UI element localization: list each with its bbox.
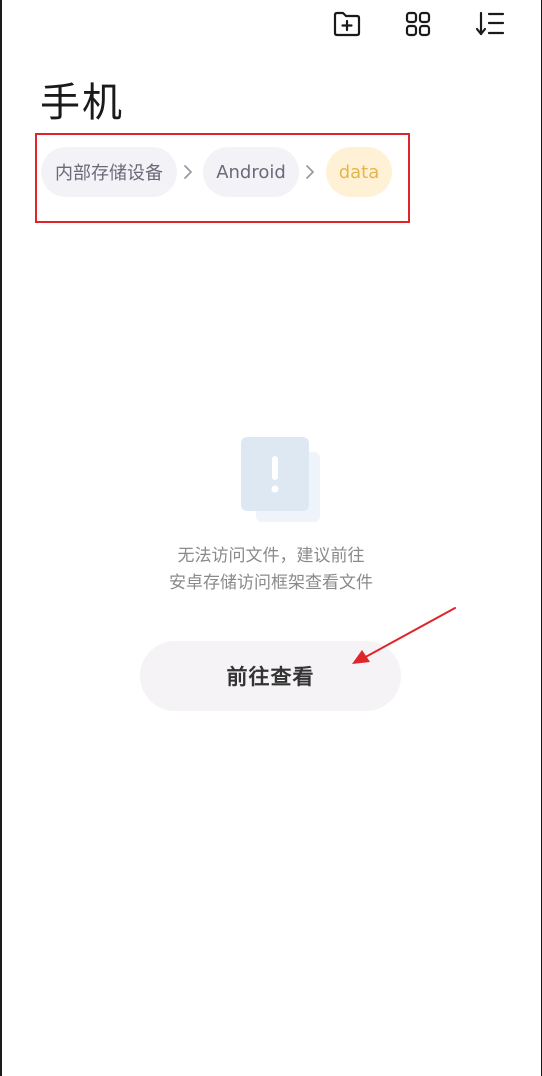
sort-button[interactable] <box>472 6 508 42</box>
chevron-right-icon <box>184 165 192 179</box>
sort-icon <box>475 11 505 36</box>
grid-view-button[interactable] <box>400 6 436 42</box>
new-folder-button[interactable] <box>329 6 365 42</box>
chevron-right-icon <box>306 165 314 179</box>
top-toolbar <box>0 0 542 48</box>
page-title: 手机 <box>40 80 124 126</box>
breadcrumb-item-android[interactable]: Android <box>203 147 299 197</box>
warning-document-icon <box>241 437 320 522</box>
empty-state-message-line2: 安卓存储访问框架查看文件 <box>169 573 373 593</box>
empty-state-message-line1: 无法访问文件，建议前往 <box>177 546 365 566</box>
breadcrumb-item-internal-storage[interactable]: 内部存储设备 <box>41 147 177 197</box>
screen-border-left <box>0 0 2 1076</box>
grid-view-icon <box>405 11 431 37</box>
red-arrow-annotation <box>352 607 456 664</box>
folder-plus-icon <box>333 11 361 37</box>
breadcrumb-item-data[interactable]: data <box>326 147 392 197</box>
